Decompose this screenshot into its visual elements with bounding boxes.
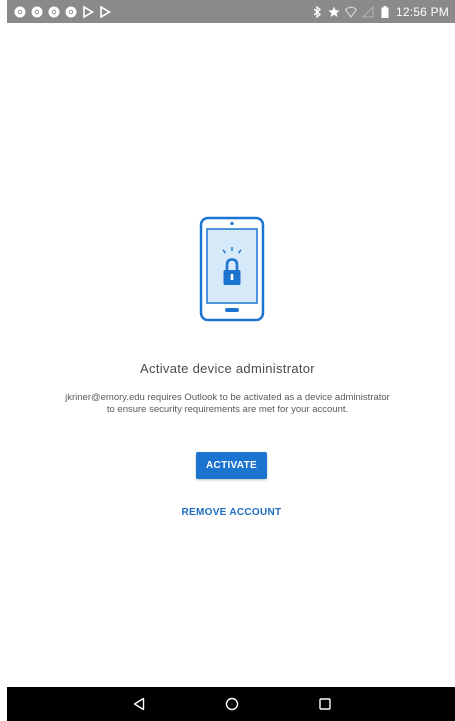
wifi-icon xyxy=(344,5,357,18)
device-lock-illustration xyxy=(199,216,265,322)
chrome-icon xyxy=(30,5,43,18)
activate-button[interactable]: ACTIVATE xyxy=(196,452,267,479)
play-store-icon xyxy=(81,5,94,18)
chrome-icon xyxy=(64,5,77,18)
phone-lock-icon xyxy=(199,216,265,322)
recents-icon[interactable] xyxy=(315,694,335,714)
navigation-bar xyxy=(7,687,455,721)
play-store-icon xyxy=(98,5,111,18)
status-bar: 12:56 PM xyxy=(7,0,455,23)
system-icons: 12:56 PM xyxy=(306,5,449,19)
notification-icons xyxy=(13,5,115,18)
bluetooth-icon xyxy=(310,5,323,18)
chrome-icon xyxy=(13,5,26,18)
battery-icon xyxy=(378,5,391,18)
status-time: 12:56 PM xyxy=(396,4,449,19)
signal-icon xyxy=(361,5,374,18)
description-text: jkriner@emory.edu requires Outlook to be… xyxy=(20,392,435,416)
page-title: Activate device administrator xyxy=(140,361,315,376)
chrome-icon xyxy=(47,5,60,18)
star-icon xyxy=(327,5,340,18)
description-line: to ensure security requirements are met … xyxy=(106,404,349,415)
description-line: jkriner@emory.edu requires Outlook to be… xyxy=(65,392,390,403)
home-icon[interactable] xyxy=(222,694,242,714)
remove-account-button[interactable]: REMOVE ACCOUNT xyxy=(0,507,455,518)
screen: 12:56 PM Activate device administrator j… xyxy=(0,0,455,721)
back-icon[interactable] xyxy=(129,694,149,714)
